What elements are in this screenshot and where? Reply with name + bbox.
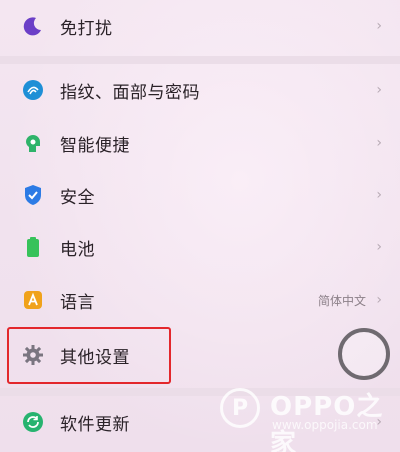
settings-item-label: 软件更新 [60, 414, 130, 435]
shield-icon [22, 184, 44, 206]
chevron-right-icon: › [376, 82, 382, 98]
chevron-right-icon: › [376, 292, 382, 308]
watermark-logo: P [220, 388, 260, 428]
settings-item-label: 安全 [60, 187, 95, 208]
battery-icon [22, 236, 44, 258]
moon-icon [22, 15, 44, 37]
language-icon [22, 289, 44, 311]
chevron-right-icon: › [376, 187, 382, 203]
settings-item-label: 指纹、面部与密码 [60, 82, 200, 103]
settings-item-label: 电池 [60, 239, 95, 260]
settings-item-security[interactable]: 安全 › [0, 169, 400, 221]
chevron-right-icon: › [376, 135, 382, 151]
update-icon [22, 411, 44, 433]
watermark: P OPPO之家 www.oppojia.com [220, 382, 390, 452]
fingerprint-icon [22, 79, 44, 101]
settings-screen: 免打扰 › 指纹、面部与密码 › 智能便捷 › 安全 › 电池 › 语言 简体中… [0, 0, 400, 452]
settings-item-battery[interactable]: 电池 › [0, 221, 400, 273]
highlight-box [7, 327, 171, 384]
settings-item-smart-assist[interactable]: 智能便捷 › [0, 117, 400, 169]
settings-item-label: 语言 [60, 292, 95, 313]
touch-indicator [338, 328, 390, 380]
settings-item-fingerprint[interactable]: 指纹、面部与密码 › [0, 64, 400, 116]
smart-assist-icon [22, 132, 44, 154]
chevron-right-icon: › [376, 18, 382, 34]
settings-item-language[interactable]: 语言 简体中文 › [0, 274, 400, 326]
settings-item-label: 免打扰 [60, 18, 113, 39]
settings-item-label: 智能便捷 [60, 135, 130, 156]
section-divider [0, 56, 400, 64]
language-value: 简体中文 [317, 293, 366, 308]
chevron-right-icon: › [376, 239, 382, 255]
settings-item-do-not-disturb[interactable]: 免打扰 › [0, 0, 400, 52]
watermark-url: www.oppojia.com [272, 418, 378, 432]
